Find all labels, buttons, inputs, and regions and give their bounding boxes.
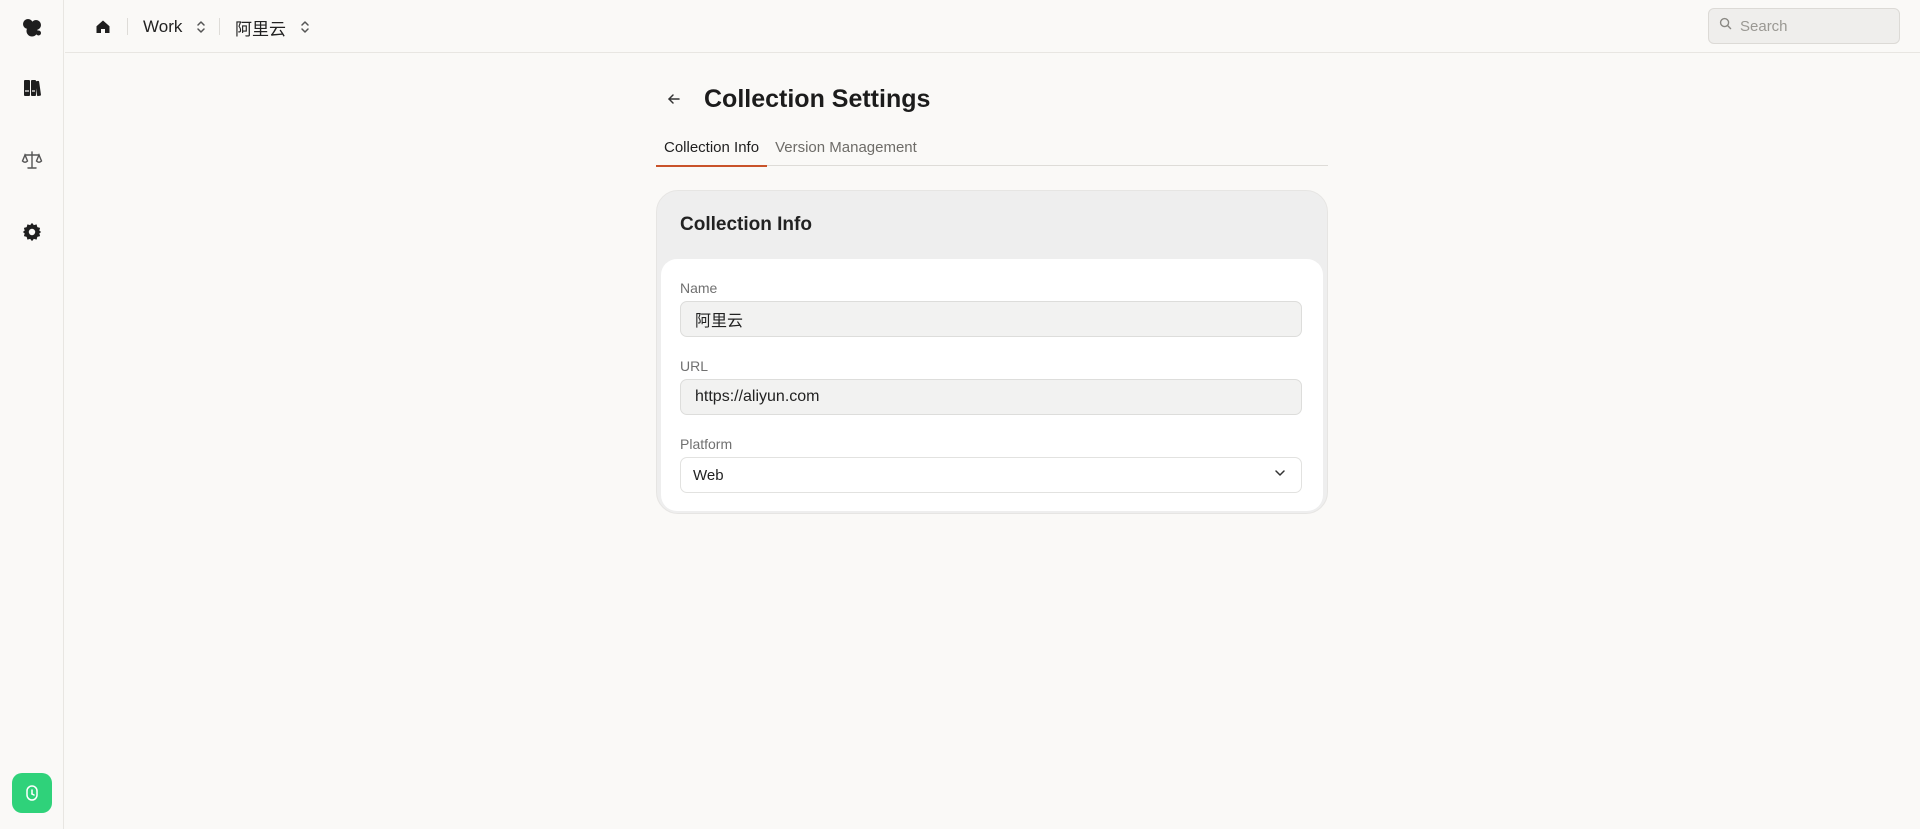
tab-version-management[interactable]: Version Management — [767, 128, 925, 166]
top-bar: Work 阿里云 — [65, 0, 1920, 53]
left-rail — [0, 0, 64, 829]
arrow-left-icon — [668, 94, 680, 104]
url-field[interactable]: https://aliyun.com — [680, 379, 1302, 415]
card-title: Collection Info — [680, 214, 812, 235]
search-box[interactable] — [1708, 8, 1900, 44]
app-logo-icon[interactable] — [16, 12, 48, 44]
page-title: Collection Settings — [704, 84, 931, 113]
scale-icon[interactable] — [16, 144, 48, 176]
name-label: Name — [680, 280, 718, 296]
tab-collection-info[interactable]: Collection Info — [656, 128, 768, 167]
tab-bar: Collection Info Version Management — [656, 128, 1328, 167]
books-icon[interactable] — [16, 72, 48, 104]
chevron-down-icon — [1273, 466, 1287, 484]
name-field[interactable]: 阿里云 — [680, 301, 1302, 337]
search-icon — [1719, 17, 1732, 35]
title-row: Collection Settings — [656, 79, 930, 119]
breadcrumb-workspace-label: Work — [143, 17, 183, 36]
home-icon[interactable] — [93, 17, 113, 37]
breadcrumb-collection-label: 阿里云 — [235, 19, 286, 39]
breadcrumb-workspace[interactable]: Work — [143, 14, 206, 40]
collection-info-card: Collection Info Name 阿里云 URL https://ali… — [656, 190, 1328, 514]
breadcrumb-separator — [127, 18, 128, 35]
timer-button[interactable] — [12, 773, 52, 813]
back-button[interactable] — [656, 81, 692, 117]
platform-select[interactable]: Web — [680, 457, 1302, 493]
breadcrumb-separator — [219, 18, 220, 35]
card-body: Name 阿里云 URL https://aliyun.com Platform… — [661, 259, 1323, 511]
platform-selected-value: Web — [693, 466, 724, 484]
chevron-up-down-icon — [300, 19, 310, 35]
platform-label: Platform — [680, 436, 733, 452]
breadcrumb-collection[interactable]: 阿里云 — [235, 14, 310, 40]
search-input[interactable] — [1740, 17, 1890, 35]
url-label: URL — [680, 358, 709, 374]
timer-icon — [26, 785, 38, 801]
chevron-up-down-icon — [196, 19, 206, 35]
gear-icon[interactable] — [16, 216, 48, 248]
